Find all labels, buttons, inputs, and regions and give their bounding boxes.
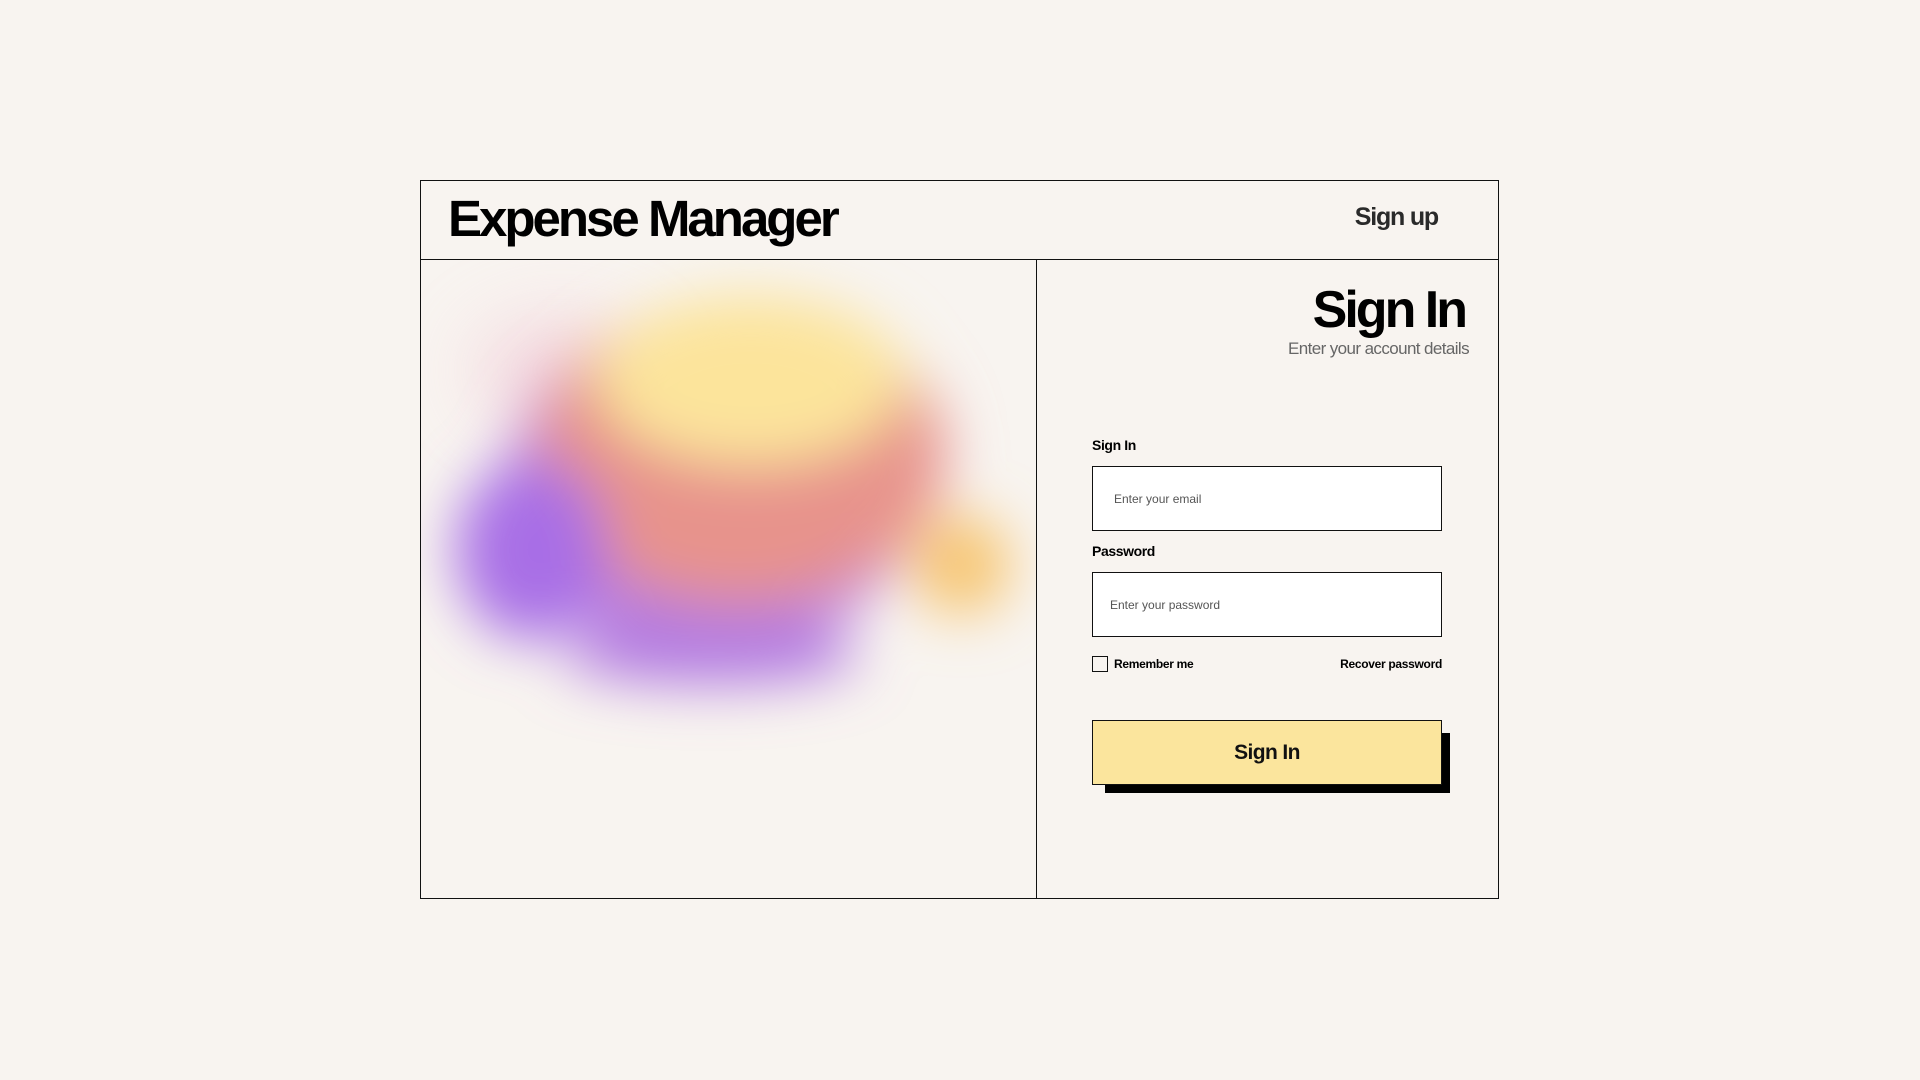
login-card: Expense Manager Sign up Sign In Enter yo…	[420, 180, 1499, 899]
email-label: Sign In	[1092, 437, 1136, 453]
password-label: Password	[1092, 543, 1155, 559]
password-field-box[interactable]	[1092, 572, 1442, 637]
gradient-blob-illustration	[456, 295, 1011, 685]
app-header: Expense Manager Sign up	[421, 181, 1498, 260]
recover-password-link[interactable]: Recover password	[1324, 655, 1442, 673]
password-input[interactable]	[1093, 573, 1441, 636]
hero-panel	[421, 260, 1037, 898]
remember-me-checkbox[interactable]	[1092, 656, 1108, 672]
signin-panel: Sign In Enter your account details Sign …	[1037, 260, 1498, 898]
signup-link[interactable]: Sign up	[1355, 201, 1439, 233]
signin-title: Sign In	[1312, 281, 1468, 339]
email-input[interactable]	[1093, 467, 1441, 530]
remember-me-label: Remember me	[1114, 657, 1194, 671]
signin-subtitle: Enter your account details	[1288, 339, 1470, 358]
signin-button[interactable]: Sign In	[1092, 720, 1442, 785]
remember-me-control[interactable]: Remember me	[1092, 655, 1194, 673]
app-title: Expense Manager	[448, 190, 840, 247]
email-field-box[interactable]	[1092, 466, 1442, 531]
